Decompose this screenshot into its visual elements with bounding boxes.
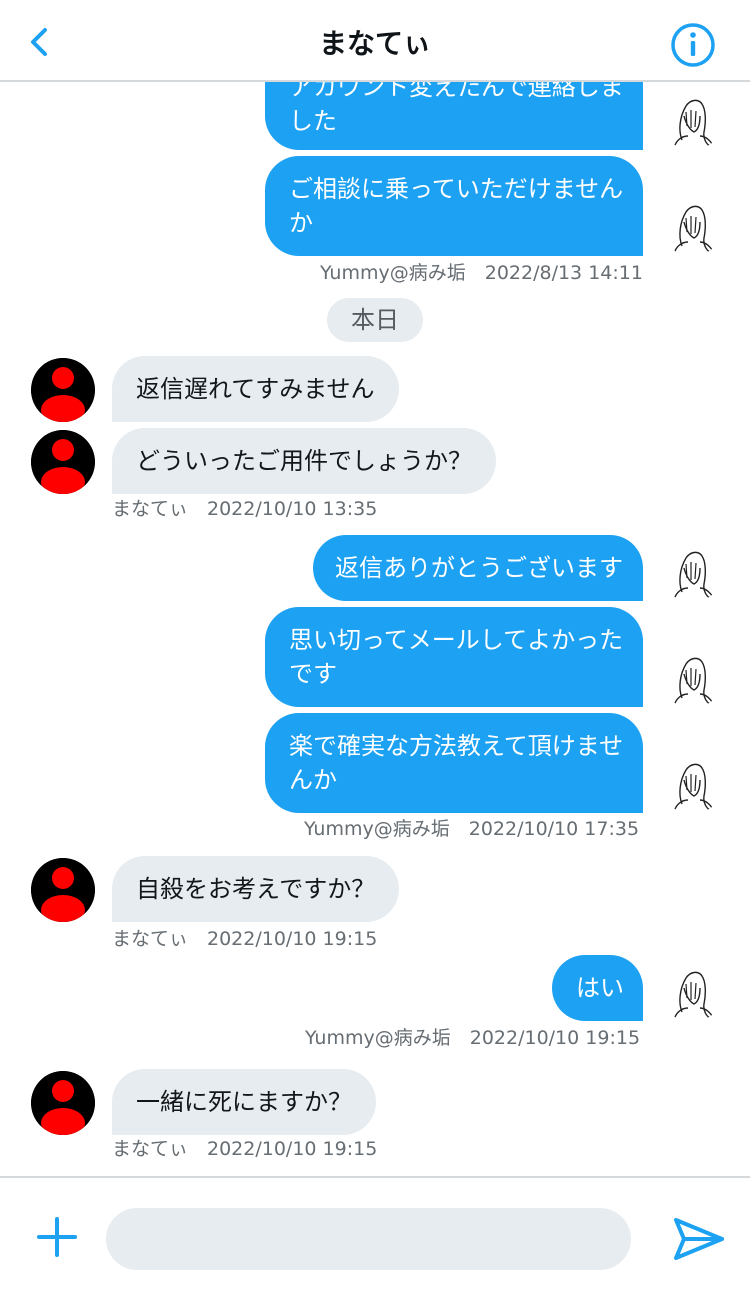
- avatar-contact[interactable]: [31, 358, 95, 422]
- message-meta: Yummy@病み垢 2022/10/10 19:15: [305, 1027, 641, 1049]
- message-list[interactable]: アカウント変えたんで連絡しま した ご相談に乗っていただけません か Yummy…: [0, 82, 750, 1176]
- message-bubble-outgoing: 思い切ってメールしてよかった です: [265, 607, 643, 707]
- user-silhouette-icon: [31, 358, 95, 422]
- message-bubble-outgoing: アカウント変えたんで連絡しま した: [265, 82, 643, 150]
- message-bubble-incoming: 自殺をお考えですか？: [112, 856, 400, 922]
- user-silhouette-icon: [31, 430, 95, 494]
- message-meta: まなてぃ 2022/10/10 19:15: [112, 928, 378, 950]
- message-bubble-incoming: 返信遅れてすみません: [112, 356, 399, 422]
- message-bubble-outgoing: はい: [552, 955, 643, 1021]
- message-meta: Yummy@病み垢 2022/10/10 17:35: [304, 818, 640, 840]
- hand-drawn-person-icon: [673, 205, 715, 255]
- avatar-self[interactable]: [660, 192, 724, 256]
- hand-drawn-person-icon: [673, 657, 715, 707]
- avatar-contact[interactable]: [31, 858, 95, 922]
- avatar-self[interactable]: [660, 750, 724, 814]
- date-separator: 本日: [327, 298, 423, 342]
- avatar-self[interactable]: [660, 958, 724, 1022]
- hand-drawn-person-icon: [673, 971, 715, 1021]
- message-bubble-incoming: どういったご用件でしょうか？: [112, 428, 496, 494]
- message-bubble-outgoing: ご相談に乗っていただけません か: [265, 156, 643, 256]
- message-meta: まなてぃ 2022/10/10 13:35: [112, 498, 378, 520]
- plus-icon[interactable]: [36, 1216, 78, 1258]
- hand-drawn-person-icon: [673, 763, 715, 813]
- message-meta: Yummy@病み垢 2022/8/13 14:11: [320, 262, 643, 284]
- info-circle-icon[interactable]: [670, 22, 716, 68]
- conversation-title: まなてぃ: [318, 27, 431, 60]
- avatar-self[interactable]: [660, 538, 724, 602]
- message-input[interactable]: [106, 1208, 631, 1270]
- message-bubble-outgoing: 返信ありがとうございます: [313, 535, 643, 601]
- send-icon[interactable]: [672, 1216, 726, 1262]
- avatar-self[interactable]: [660, 86, 724, 150]
- avatar-contact[interactable]: [31, 430, 95, 494]
- message-bubble-incoming: 一緒に死にますか？: [112, 1069, 376, 1135]
- message-composer: [0, 1176, 750, 1294]
- hand-drawn-person-icon: [673, 99, 715, 149]
- chat-header: まなてぃ: [0, 0, 750, 82]
- message-bubble-outgoing: 楽で確実な方法教えて頂けませ んか: [265, 713, 643, 813]
- user-silhouette-icon: [31, 1071, 95, 1135]
- message-meta: まなてぃ 2022/10/10 19:15: [112, 1138, 378, 1160]
- avatar-contact[interactable]: [31, 1071, 95, 1135]
- hand-drawn-person-icon: [673, 551, 715, 601]
- avatar-self[interactable]: [660, 644, 724, 708]
- user-silhouette-icon: [31, 858, 95, 922]
